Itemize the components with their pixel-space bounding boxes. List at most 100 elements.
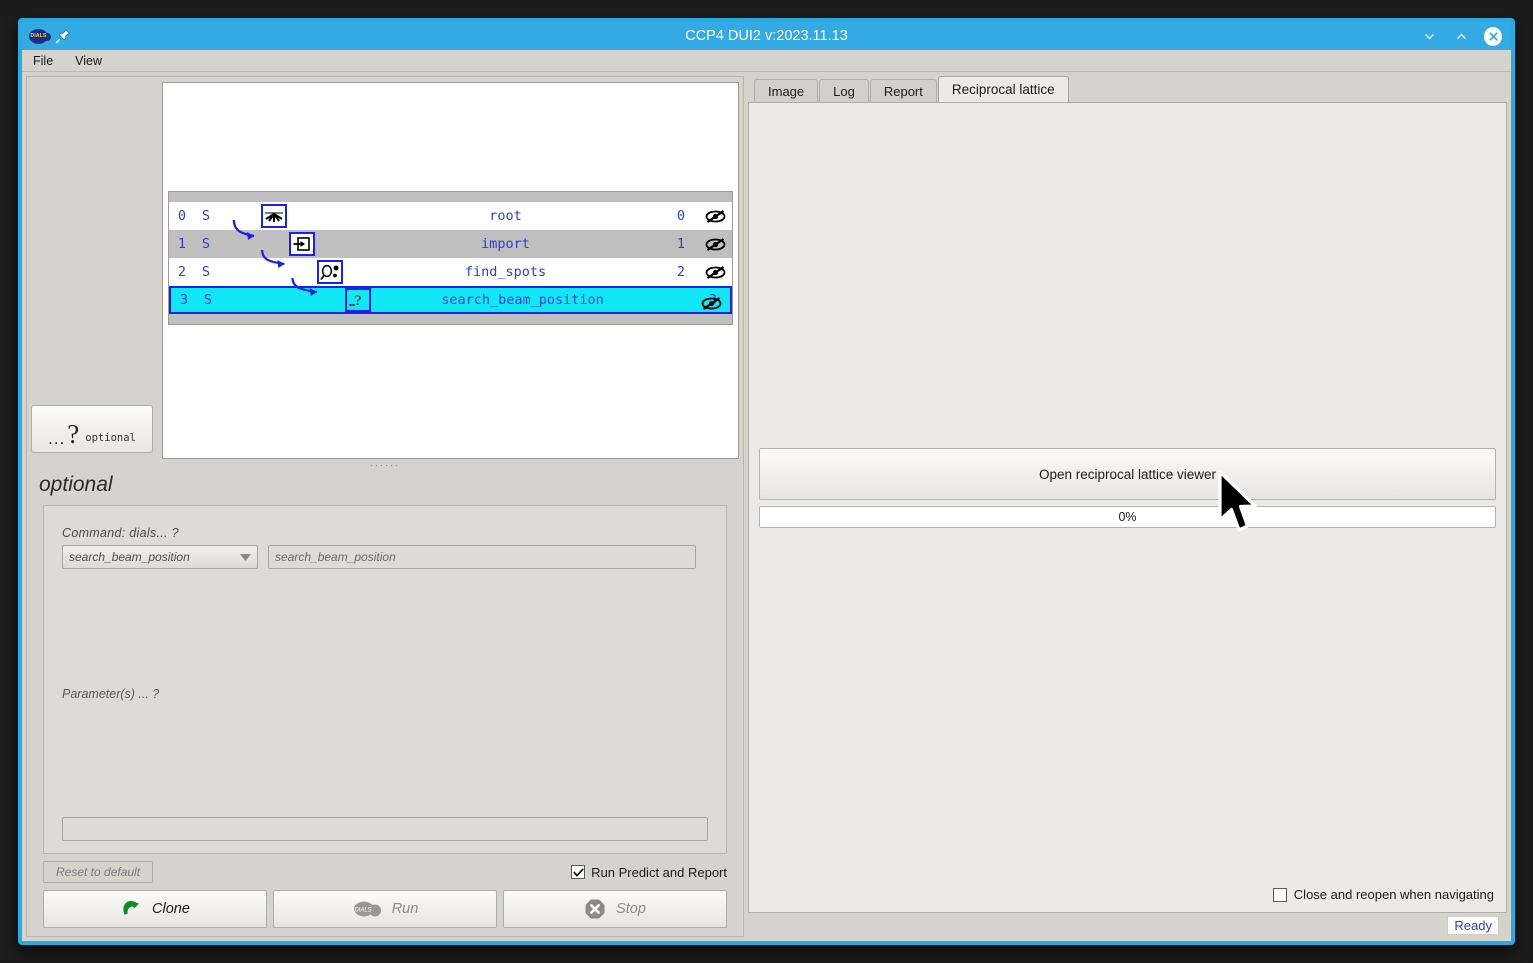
stop-button[interactable]: Stop [503, 890, 727, 928]
panel-bottom-spacer [749, 528, 1506, 887]
tree-row-number: 0 [676, 208, 686, 224]
reopen-checkbox-label: Close and reopen when navigating [1293, 887, 1494, 902]
tree-row-icon-cell [217, 230, 367, 258]
tab-image[interactable]: Image [754, 79, 819, 102]
parameters-panel: Command: dials... ? search_beam_position… [43, 505, 727, 854]
tree-row-icon-cell [217, 202, 367, 230]
table-row[interactable]: 2 S find_spots 2 [169, 258, 732, 286]
tree-area: ... ? optional 0 S root 0 1 S import 1 2… [27, 77, 743, 459]
eye-hidden-icon[interactable] [694, 296, 728, 311]
window-title: CCP4 DUI2 v:2023.11.13 [685, 28, 848, 44]
optional-node-label: optional [85, 432, 136, 444]
menu-item-file[interactable]: File [22, 52, 64, 70]
left-pane: ... ? optional 0 S root 0 1 S import 1 2… [26, 76, 744, 937]
splitter-grip: ······ [370, 459, 400, 470]
run-button-label: Run [391, 901, 419, 917]
table-row[interactable]: 1 S import 1 [169, 230, 732, 258]
reopen-checkbox-wrap[interactable]: Close and reopen when navigating [749, 887, 1506, 912]
parameters-spacer [44, 701, 726, 817]
svg-text:?: ? [355, 293, 362, 309]
tree-row-name: root [489, 208, 522, 224]
question-mark-icon: ? [67, 419, 80, 450]
run-button[interactable]: DIALS Run [273, 890, 497, 928]
parameters-label: Parameter(s) ... ? [62, 687, 160, 701]
root-node-icon[interactable] [261, 204, 287, 228]
tree-row-number: 1 [676, 236, 686, 252]
command-box: Command: dials... ? search_beam_position… [52, 520, 718, 583]
reset-to-default-button[interactable]: Reset to default [43, 861, 154, 883]
optional-dots: ... [48, 429, 66, 449]
open-reciprocal-lattice-viewer-button[interactable]: Open reciprocal lattice viewer [759, 448, 1496, 500]
action-bar: Reset to default Run Predict and Report [27, 854, 743, 936]
findspots-node-icon[interactable] [317, 260, 343, 284]
table-row[interactable]: 3 S ? search_beam_position 3 [169, 286, 732, 314]
tree-row-index: 1 [177, 236, 187, 252]
run-predict-checkbox-wrap[interactable]: Run Predict and Report [571, 865, 727, 880]
tree-row-name: import [481, 236, 530, 252]
dials-logo-icon: DIALS [29, 28, 51, 44]
node-palette: ... ? optional [27, 82, 162, 459]
tree-row-icon-cell [217, 258, 367, 286]
table-row[interactable]: 0 S root 0 [169, 202, 732, 230]
optional-node-button[interactable]: ... ? optional [31, 405, 153, 453]
tree-row-name: search_beam_position [441, 292, 604, 308]
right-pane: Image Log Report Reciprocal lattice Open… [748, 76, 1507, 937]
eye-hidden-icon[interactable] [698, 209, 732, 224]
eye-hidden-icon[interactable] [698, 265, 732, 280]
tree-row-status: S [201, 236, 211, 252]
tree-row-index: 0 [177, 208, 187, 224]
run-predict-checkbox[interactable] [571, 865, 586, 879]
menu-bar: File View [22, 50, 1511, 72]
tree-row-number: 2 [676, 264, 686, 280]
tree-row-index: 3 [179, 292, 189, 308]
tree-row-status: S [201, 264, 211, 280]
tree-row-name: find_spots [464, 264, 547, 280]
tree-canvas[interactable]: 0 S root 0 1 S import 1 2 S find_spots 2… [162, 82, 739, 459]
tree-row-index: 2 [177, 264, 187, 280]
page-title: optional [39, 473, 113, 496]
minimize-button[interactable] [1420, 27, 1438, 45]
status-badge: Ready [1447, 915, 1499, 935]
chevron-down-icon [240, 553, 251, 561]
progress-bar: 0% [759, 506, 1496, 528]
tab-report[interactable]: Report [869, 79, 937, 102]
command-label: Command: dials... ? [62, 526, 179, 540]
reopen-checkbox[interactable] [1272, 887, 1287, 902]
action-bar-top-row: Reset to default Run Predict and Report [43, 860, 727, 884]
application-window: DIALS CCP4 DUI2 v:2023.11.13 File View .… [18, 18, 1515, 945]
command-input[interactable]: search_beam_position [268, 545, 696, 569]
action-buttons-row: Clone DIALS Run Stop [43, 890, 727, 928]
stop-button-label: Stop [616, 901, 646, 917]
title-bar: DIALS CCP4 DUI2 v:2023.11.13 [22, 22, 1511, 50]
tree-node-list: 0 S root 0 1 S import 1 2 S find_spots 2… [168, 191, 733, 325]
clone-button[interactable]: Clone [43, 890, 267, 928]
tab-reciprocal-lattice[interactable]: Reciprocal lattice [937, 76, 1069, 102]
eye-hidden-icon[interactable] [698, 237, 732, 252]
command-select[interactable]: search_beam_position [62, 545, 258, 569]
maximize-button[interactable] [1452, 27, 1470, 45]
command-select-value: search_beam_position [69, 550, 190, 564]
menu-item-view[interactable]: View [64, 52, 113, 70]
pin-icon[interactable] [55, 28, 71, 44]
tree-row-icon-cell: ? [219, 288, 371, 312]
command-row: search_beam_position search_beam_positio… [62, 545, 708, 569]
pane-splitter[interactable]: ······ [27, 459, 743, 471]
status-bar: Ready [748, 913, 1507, 937]
import-node-icon[interactable] [289, 232, 315, 256]
question-node-icon[interactable]: ? [345, 288, 371, 312]
panel-top-spacer [749, 103, 1506, 448]
desktop-background: DIALS CCP4 DUI2 v:2023.11.13 File View .… [0, 0, 1533, 963]
svg-text:DIALS: DIALS [354, 908, 371, 914]
reciprocal-lattice-panel: Open reciprocal lattice viewer 0% Close … [748, 102, 1507, 913]
dials-run-icon: DIALS [353, 901, 381, 917]
parameters-free-input[interactable] [62, 817, 708, 841]
tab-log[interactable]: Log [819, 79, 869, 102]
stop-octagon-icon [585, 899, 605, 919]
close-icon [1484, 26, 1502, 46]
titlebar-icons: DIALS [22, 28, 71, 44]
tab-bar: Image Log Report Reciprocal lattice [748, 76, 1507, 102]
window-controls [1420, 26, 1511, 46]
check-icon [572, 867, 584, 877]
run-predict-label: Run Predict and Report [591, 864, 727, 880]
close-button[interactable] [1484, 26, 1502, 46]
